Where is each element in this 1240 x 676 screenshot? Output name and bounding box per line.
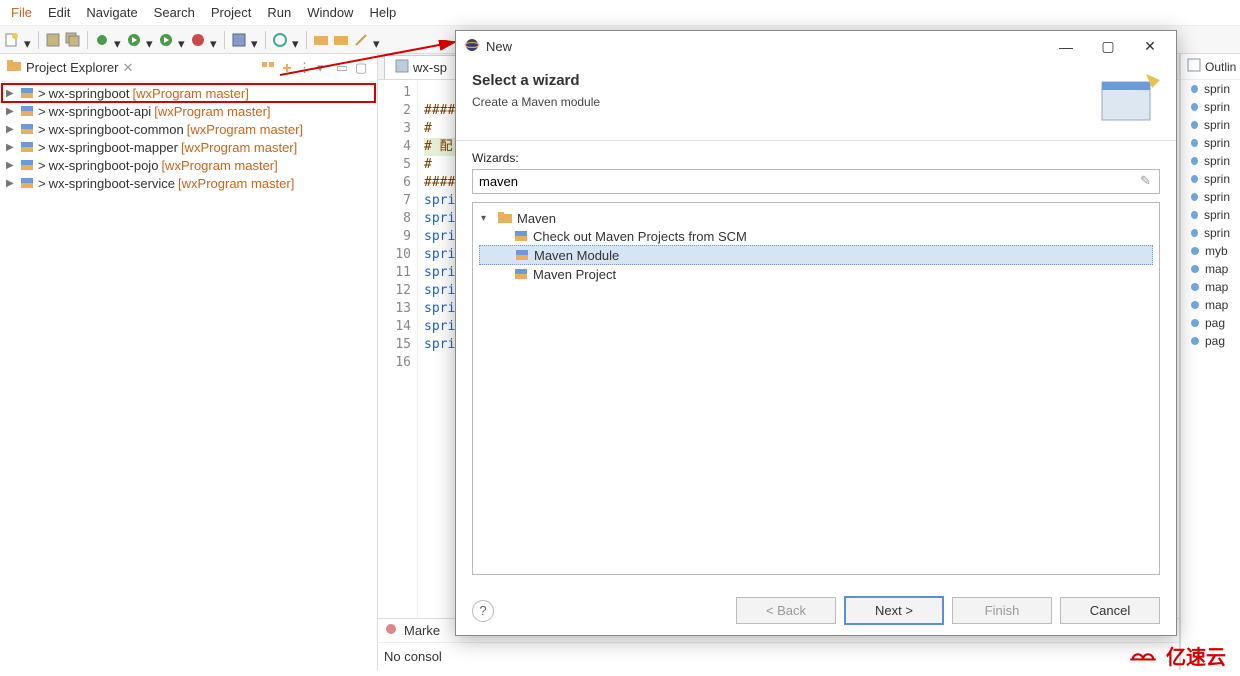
new-icon[interactable] [4, 32, 20, 48]
filter-icon[interactable]: ⋮ [298, 60, 314, 76]
finish-button[interactable]: Finish [952, 597, 1052, 624]
run-ext-icon[interactable] [158, 32, 174, 48]
project-wx-springboot-common[interactable]: ▶> wx-springboot-common [wxProgram maste… [2, 120, 375, 138]
folder-icon[interactable] [313, 32, 329, 48]
outline-item[interactable]: sprin [1181, 188, 1240, 206]
back-button[interactable]: < Back [736, 597, 836, 624]
wizard-item[interactable]: Check out Maven Projects from SCM [479, 227, 1153, 245]
wand-icon[interactable] [353, 32, 369, 48]
folder-nav-icon [6, 58, 22, 77]
outline-item[interactable]: map [1181, 260, 1240, 278]
watermark: 亿速云 [1126, 641, 1226, 670]
panel-title: Project Explorer [26, 60, 118, 75]
outline-item[interactable]: sprin [1181, 206, 1240, 224]
new-wizard-dialog: New — ▢ ✕ Select a wizard Create a Maven… [455, 30, 1177, 636]
menu-window[interactable]: Window [300, 2, 360, 23]
run-icon[interactable] [126, 32, 142, 48]
clear-filter-icon[interactable]: ✎ [1140, 173, 1154, 187]
outline-item[interactable]: sprin [1181, 152, 1240, 170]
menu-search[interactable]: Search [147, 2, 202, 23]
project-wx-springboot-mapper[interactable]: ▶> wx-springboot-mapper [wxProgram maste… [2, 138, 375, 156]
outline-item[interactable]: map [1181, 278, 1240, 296]
project-wx-springboot[interactable]: ▶> wx-springboot [wxProgram master] [2, 84, 375, 102]
next-button[interactable]: Next > [844, 596, 944, 625]
menu-file[interactable]: File [4, 2, 39, 23]
menu-navigate[interactable]: Navigate [79, 2, 144, 23]
dropdown-icon[interactable]: ▾ [24, 36, 32, 44]
close-button[interactable]: ✕ [1132, 38, 1168, 55]
markers-icon[interactable] [384, 622, 398, 639]
cancel-button[interactable]: Cancel [1060, 597, 1160, 624]
outline-item[interactable]: sprin [1181, 80, 1240, 98]
link-editor-icon[interactable] [279, 60, 295, 76]
outline-item[interactable]: pag [1181, 332, 1240, 350]
menu-bar: FileEditNavigateSearchProjectRunWindowHe… [0, 0, 1240, 26]
outline-item[interactable]: sprin [1181, 134, 1240, 152]
outline-item[interactable]: myb [1181, 242, 1240, 260]
folder-open-icon[interactable] [333, 32, 349, 48]
wizards-label: Wizards: [472, 151, 1160, 165]
outline-item[interactable]: sprin [1181, 170, 1240, 188]
close-icon[interactable]: ✕ [122, 60, 133, 76]
console-text: No consol [378, 643, 1179, 670]
eclipse-icon [464, 37, 480, 56]
menu-run[interactable]: Run [260, 2, 298, 23]
wizard-item[interactable]: Maven Project [479, 265, 1153, 283]
stop-icon[interactable] [190, 32, 206, 48]
outline-item[interactable]: sprin [1181, 224, 1240, 242]
wizard-item[interactable]: Maven Module [479, 245, 1153, 265]
debug-icon[interactable] [94, 32, 110, 48]
wizard-filter-input[interactable] [472, 169, 1160, 194]
outline-item[interactable]: pag [1181, 314, 1240, 332]
banner-desc: Create a Maven module [472, 95, 1096, 109]
outline-panel: Outlin sprinsprinsprinsprinsprinsprinspr… [1180, 54, 1240, 670]
tool-icon[interactable] [231, 32, 247, 48]
project-tree[interactable]: ▶> wx-springboot [wxProgram master]▶> wx… [0, 82, 377, 670]
wizard-banner-icon [1096, 72, 1160, 126]
menu-help[interactable]: Help [362, 2, 403, 23]
outline-item[interactable]: sprin [1181, 98, 1240, 116]
file-icon [395, 59, 409, 76]
project-wx-springboot-service[interactable]: ▶> wx-springboot-service [wxProgram mast… [2, 174, 375, 192]
editor-tab[interactable]: wx-sp [384, 55, 458, 79]
wizard-folder-maven[interactable]: ▾Maven [479, 209, 1153, 227]
project-explorer-panel: Project Explorer ✕ ⋮ ▾ ▭ ▢ ▶> wx-springb… [0, 54, 378, 670]
dialog-titlebar[interactable]: New — ▢ ✕ [456, 31, 1176, 62]
project-wx-springboot-pojo[interactable]: ▶> wx-springboot-pojo [wxProgram master] [2, 156, 375, 174]
dialog-title: New [486, 39, 1042, 54]
help-button[interactable]: ? [472, 600, 494, 622]
minimize-icon[interactable]: ▭ [336, 60, 352, 76]
markers-tab[interactable]: Marke [404, 623, 440, 638]
save-all-icon[interactable] [65, 32, 81, 48]
outline-item[interactable]: sprin [1181, 116, 1240, 134]
minimize-button[interactable]: — [1048, 39, 1084, 55]
maximize-icon[interactable]: ▢ [355, 60, 371, 76]
maximize-button[interactable]: ▢ [1090, 38, 1126, 55]
banner-title: Select a wizard [472, 72, 1096, 89]
outline-icon [1187, 58, 1201, 75]
menu-project[interactable]: Project [204, 2, 258, 23]
project-wx-springboot-api[interactable]: ▶> wx-springboot-api [wxProgram master] [2, 102, 375, 120]
save-icon[interactable] [45, 32, 61, 48]
sync-icon[interactable] [272, 32, 288, 48]
view-menu-icon[interactable]: ▾ [317, 60, 333, 76]
collapse-all-icon[interactable] [260, 60, 276, 76]
outline-item[interactable]: map [1181, 296, 1240, 314]
menu-edit[interactable]: Edit [41, 2, 77, 23]
wizard-tree[interactable]: ▾MavenCheck out Maven Projects from SCMM… [472, 202, 1160, 575]
